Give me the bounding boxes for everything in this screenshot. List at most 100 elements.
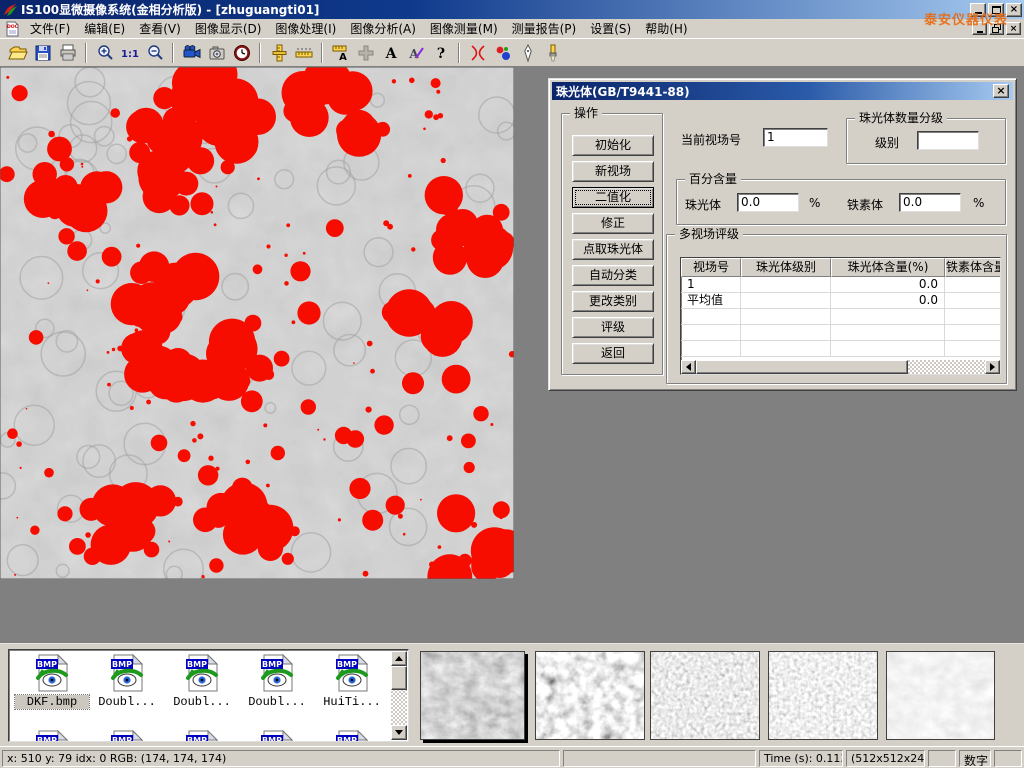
table-horizontal-scrollbar[interactable] (681, 360, 1000, 374)
application-window: BMP (0, 0, 1024, 768)
thumbnail-2[interactable] (535, 651, 645, 740)
scroll-left-icon[interactable] (681, 360, 696, 374)
cell: 0.0 (831, 293, 945, 309)
file-name: HuiTi... (315, 695, 389, 709)
measure-label-icon[interactable]: A (328, 41, 353, 65)
file-item[interactable]: Doubl... (165, 654, 239, 709)
menu-image-measure[interactable]: 图像测量(M) (423, 18, 505, 39)
pick-pearlite-button[interactable]: 点取珠光体 (572, 239, 654, 260)
col-field-no[interactable]: 视场号 (681, 258, 741, 277)
actual-size-icon[interactable]: 1:1 (117, 41, 142, 65)
video-capture-icon[interactable] (179, 41, 204, 65)
file-item[interactable] (90, 730, 164, 742)
binarize-button[interactable]: 二值化 (572, 187, 654, 208)
rate-button[interactable]: 评级 (572, 317, 654, 338)
mdi-restore-button[interactable] (989, 22, 1004, 35)
timer-clock-icon[interactable] (229, 41, 254, 65)
pearlite-label: 珠光体 (685, 196, 721, 213)
new-field-button[interactable]: 新视场 (572, 161, 654, 182)
minimize-button[interactable] (970, 3, 986, 17)
caliper-icon[interactable] (266, 41, 291, 65)
cell: 0.0 (831, 277, 945, 293)
open-icon[interactable] (5, 41, 30, 65)
thumbnail-3[interactable] (650, 651, 760, 740)
mdi-close-button[interactable]: × (1006, 22, 1021, 35)
percent-group-label: 百分含量 (685, 172, 741, 186)
toolbar: 1:1 A A A ? (0, 38, 1024, 67)
cell (945, 293, 1001, 309)
scroll-up-icon[interactable] (391, 651, 407, 666)
scrollbar-thumb[interactable] (696, 360, 908, 374)
file-name: Doubl... (240, 695, 314, 709)
menu-edit[interactable]: 编辑(E) (77, 18, 132, 39)
print-icon[interactable] (55, 41, 80, 65)
thumbnail-4[interactable] (768, 651, 878, 740)
file-item[interactable]: Doubl... (240, 654, 314, 709)
menu-settings[interactable]: 设置(S) (583, 18, 638, 39)
scroll-right-icon[interactable] (985, 360, 1000, 374)
rating-table[interactable]: 视场号 珠光体级别 珠光体含量(%) 铁素体含量(%) 1 0.0 平均值 (680, 257, 1001, 375)
cell (741, 277, 831, 293)
file-item[interactable]: DKF.bmp (15, 654, 89, 709)
current-field-input[interactable]: 1 (763, 128, 828, 147)
dialog-close-icon[interactable]: × (993, 84, 1009, 98)
ferrite-percent-unit: % (973, 196, 984, 210)
zoom-out-icon[interactable] (142, 41, 167, 65)
file-item[interactable]: HuiTi... (315, 654, 389, 709)
annotate-icon[interactable]: A (403, 41, 428, 65)
table-row[interactable]: 平均值 0.0 (681, 293, 1000, 309)
pearlite-dialog: 珠光体(GB/T9441-88) × 操作 初始化 新视场 二值化 修正 点取珠… (548, 78, 1017, 391)
col-pearlite-level[interactable]: 珠光体级别 (741, 258, 831, 277)
metallographic-image[interactable] (0, 67, 514, 579)
menu-image-analysis[interactable]: 图像分析(A) (343, 18, 423, 39)
menu-measure-report[interactable]: 测量报告(P) (505, 18, 584, 39)
menu-image-display[interactable]: 图像显示(D) (188, 18, 269, 39)
menu-help[interactable]: 帮助(H) (638, 18, 694, 39)
col-ferrite-percent[interactable]: 铁素体含量(%) (945, 258, 1001, 277)
file-item[interactable] (240, 730, 314, 742)
menu-file[interactable]: 文件(F) (23, 18, 77, 39)
correct-button[interactable]: 修正 (572, 213, 654, 234)
return-button[interactable]: 返回 (572, 343, 654, 364)
phase-mark-icon[interactable] (490, 41, 515, 65)
app-logo-icon (2, 2, 18, 17)
brush-icon[interactable] (540, 41, 565, 65)
table-row[interactable]: 1 0.0 (681, 277, 1000, 293)
pearlite-percent-input[interactable]: 0.0 (737, 193, 799, 212)
ruler-icon[interactable] (291, 41, 316, 65)
grading-group: 珠光体数量分级 级别 (846, 118, 1006, 164)
thumbnail-1[interactable] (420, 651, 525, 740)
maximize-button[interactable] (988, 3, 1004, 17)
curve-tool-icon[interactable] (465, 41, 490, 65)
initialize-button[interactable]: 初始化 (572, 135, 654, 156)
file-list-scrollbar[interactable] (391, 651, 407, 740)
scrollbar-thumb[interactable] (391, 666, 407, 690)
menu-view[interactable]: 查看(V) (132, 18, 188, 39)
text-icon[interactable]: A (378, 41, 403, 65)
dialog-title-bar[interactable]: 珠光体(GB/T9441-88) × (552, 82, 1013, 100)
close-button[interactable]: × (1006, 3, 1022, 17)
zoom-in-icon[interactable] (92, 41, 117, 65)
status-time: Time (s): 0.113 (759, 750, 843, 767)
file-item[interactable] (165, 730, 239, 742)
picker-pen-icon[interactable] (515, 41, 540, 65)
menu-image-processing[interactable]: 图像处理(I) (268, 18, 343, 39)
help-icon[interactable]: ? (428, 41, 453, 65)
file-item[interactable] (315, 730, 389, 742)
file-item[interactable] (15, 730, 89, 742)
table-header-row: 视场号 珠光体级别 珠光体含量(%) 铁素体含量(%) (681, 258, 1000, 277)
scroll-down-icon[interactable] (391, 725, 407, 740)
file-item[interactable]: Doubl... (90, 654, 164, 709)
file-list[interactable]: DKF.bmp Doubl... Doubl... Doubl... HuiTi… (8, 649, 409, 742)
auto-classify-button[interactable]: 自动分类 (572, 265, 654, 286)
col-pearlite-percent[interactable]: 珠光体含量(%) (831, 258, 945, 277)
ferrite-percent-input[interactable]: 0.0 (899, 193, 961, 212)
change-class-button[interactable]: 更改类别 (572, 291, 654, 312)
mdi-minimize-button[interactable] (972, 22, 987, 35)
level-input[interactable] (917, 131, 979, 150)
table-row-empty (681, 325, 1000, 341)
camera-capture-icon[interactable] (204, 41, 229, 65)
grid-icon[interactable] (353, 41, 378, 65)
save-icon[interactable] (30, 41, 55, 65)
thumbnail-5[interactable] (886, 651, 995, 740)
